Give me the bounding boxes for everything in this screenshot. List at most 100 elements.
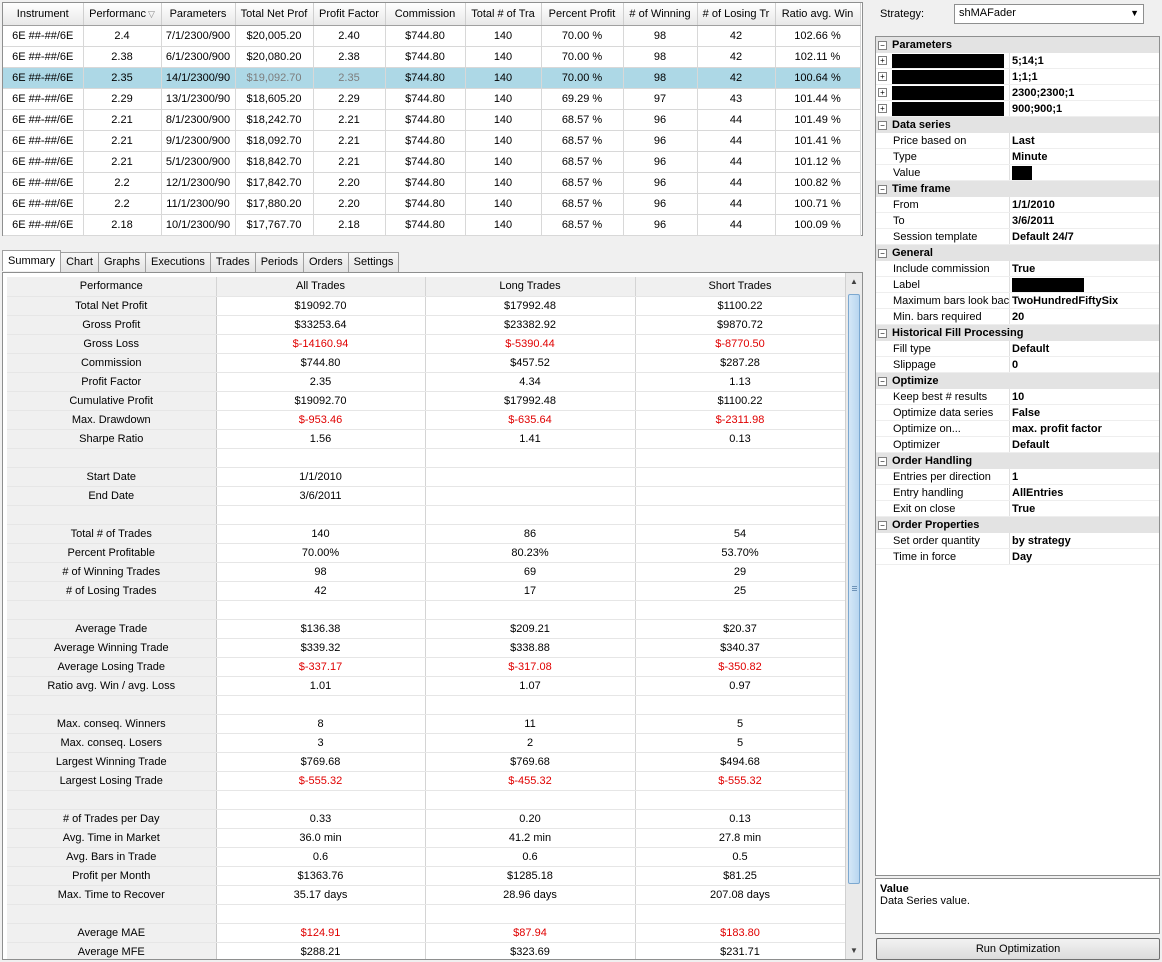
results-row[interactable]: 6E ##-##/6E 2.38 6/1/2300/900 $20,080.20 2.3… [3,46,861,68]
property-value[interactable]: Default 24/7 [1010,229,1159,244]
property-row[interactable]: +1;1;1 [876,69,1159,85]
property-row[interactable]: Price based on Last [876,133,1159,149]
results-row[interactable]: 6E ##-##/6E 2.29 13/1/2300/90 $18,605.20 2.2… [3,88,861,110]
collapse-icon[interactable]: − [878,40,887,50]
property-value[interactable]: max. profit factor [1010,421,1159,436]
column-header-profit-factor[interactable]: Profit Factor [313,3,386,26]
property-value[interactable]: 1/1/2010 [1010,197,1159,212]
column-header-instrument[interactable]: Instrument [3,3,84,26]
property-row[interactable]: Fill type Default [876,341,1159,357]
property-row[interactable]: Optimize on... max. profit factor [876,421,1159,437]
column-header-of-losing-tr[interactable]: # of Losing Tr [697,3,776,26]
expand-icon[interactable]: + [878,104,887,113]
collapse-icon[interactable]: − [878,520,887,530]
column-header-performanc[interactable]: Performanc ▽ [83,3,162,26]
tab-executions[interactable]: Executions [145,252,211,272]
category-optimize[interactable]: − Optimize [876,373,1159,389]
property-value[interactable]: 1;1;1 [1010,69,1159,84]
tab-trades[interactable]: Trades [209,252,256,272]
column-header-total-of-tra[interactable]: Total # of Tra [465,3,542,26]
property-value[interactable]: by strategy [1010,533,1159,548]
property-row[interactable]: Session template Default 24/7 [876,229,1159,245]
property-row[interactable]: Keep best # results 10 [876,389,1159,405]
column-header-parameters[interactable]: Parameters [161,3,236,26]
property-row[interactable]: Set order quantity by strategy [876,533,1159,549]
property-row[interactable]: From 1/1/2010 [876,197,1159,213]
property-value[interactable]: Default [1010,437,1159,452]
collapse-icon[interactable]: − [878,248,887,258]
property-value[interactable] [1010,165,1159,180]
category-historical-fill-processing[interactable]: − Historical Fill Processing [876,325,1159,341]
property-row[interactable]: +900;900;1 [876,101,1159,117]
tab-chart[interactable]: Chart [60,252,99,272]
property-value[interactable]: 900;900;1 [1010,101,1159,116]
collapse-icon[interactable]: − [878,376,887,386]
column-header-of-winning[interactable]: # of Winning [623,3,698,26]
tab-periods[interactable]: Periods [254,252,304,272]
property-value[interactable]: 2300;2300;1 [1010,85,1159,100]
results-row[interactable]: 6E ##-##/6E 2.21 8/1/2300/900 $18,242.70 2.2… [3,109,861,131]
tab-summary[interactable]: Summary [2,250,62,271]
strategy-select[interactable]: shMAFader ▼ [954,4,1144,24]
property-row[interactable]: Include commission True [876,261,1159,277]
tab-orders[interactable]: Orders [302,252,349,272]
expand-icon[interactable]: + [878,88,887,97]
property-value[interactable]: TwoHundredFiftySix [1010,293,1159,308]
property-value[interactable]: True [1010,261,1159,276]
summary-scrollbar[interactable]: ▲ ▼ [845,273,862,959]
property-value[interactable]: 5;14;1 [1010,53,1159,68]
property-value[interactable]: AllEntries [1010,485,1159,500]
property-value[interactable] [1010,277,1159,292]
category-data-series[interactable]: − Data series [876,117,1159,133]
property-value[interactable]: 0 [1010,357,1159,372]
property-row[interactable]: Exit on close True [876,501,1159,517]
property-value[interactable]: 10 [1010,389,1159,404]
results-row[interactable]: 6E ##-##/6E 2.18 10/1/2300/90 $17,767.70 2.1… [3,214,861,236]
property-row[interactable]: To 3/6/2011 [876,213,1159,229]
category-order-handling[interactable]: − Order Handling [876,453,1159,469]
property-row[interactable]: Entry handling AllEntries [876,485,1159,501]
results-row[interactable]: 6E ##-##/6E 2.35 14/1/2300/90 $19,092.70 2.3… [3,67,861,89]
property-row[interactable]: Maximum bars look bac TwoHundredFiftySix [876,293,1159,309]
property-value[interactable]: 1 [1010,469,1159,484]
results-row[interactable]: 6E ##-##/6E 2.21 9/1/2300/900 $18,092.70 2.2… [3,130,861,152]
collapse-icon[interactable]: − [878,328,887,338]
results-row[interactable]: 6E ##-##/6E 2.2 12/1/2300/90 $17,842.70 2.20… [3,172,861,194]
column-header-ratio-avg-win[interactable]: Ratio avg. Win [775,3,861,26]
property-value[interactable]: Minute [1010,149,1159,164]
category-order-properties[interactable]: − Order Properties [876,517,1159,533]
property-value[interactable]: 20 [1010,309,1159,324]
property-row[interactable]: Label [876,277,1159,293]
category-general[interactable]: − General [876,245,1159,261]
property-grid[interactable]: − Parameters +5;14;1 +1;1;1 +2300;2300;1 +900… [875,36,1160,876]
scroll-up-icon[interactable]: ▲ [846,273,862,290]
property-value[interactable]: Last [1010,133,1159,148]
category-time-frame[interactable]: − Time frame [876,181,1159,197]
property-value[interactable]: Default [1010,341,1159,356]
expand-icon[interactable]: + [878,72,887,81]
optimization-results-grid[interactable]: Instrument Performanc ▽ Parameters Total Net… [2,2,863,236]
scrollbar-thumb[interactable] [848,294,860,884]
category-parameters[interactable]: − Parameters [876,37,1159,53]
tab-graphs[interactable]: Graphs [97,252,147,272]
scroll-down-icon[interactable]: ▼ [846,942,862,959]
column-header-commission[interactable]: Commission [385,3,466,26]
property-row[interactable]: Value [876,165,1159,181]
results-row[interactable]: 6E ##-##/6E 2.4 7/1/2300/900 $20,005.20 2.40… [3,25,861,47]
collapse-icon[interactable]: − [878,184,887,194]
collapse-icon[interactable]: − [878,456,887,466]
property-row[interactable]: +2300;2300;1 [876,85,1159,101]
property-value[interactable]: True [1010,501,1159,516]
property-row[interactable]: +5;14;1 [876,53,1159,69]
property-value[interactable]: 3/6/2011 [1010,213,1159,228]
tab-settings[interactable]: Settings [347,252,400,272]
property-row[interactable]: Type Minute [876,149,1159,165]
property-row[interactable]: Slippage 0 [876,357,1159,373]
column-header-percent-profit[interactable]: Percent Profit [541,3,624,26]
results-row[interactable]: 6E ##-##/6E 2.2 11/1/2300/90 $17,880.20 2.20… [3,193,861,215]
chevron-down-icon[interactable]: ▼ [1130,8,1139,18]
column-header-total-net-prof[interactable]: Total Net Prof [235,3,314,26]
expand-icon[interactable]: + [878,56,887,65]
results-row[interactable]: 6E ##-##/6E 2.21 5/1/2300/900 $18,842.70 2.2… [3,151,861,173]
property-value[interactable]: Day [1010,549,1159,564]
